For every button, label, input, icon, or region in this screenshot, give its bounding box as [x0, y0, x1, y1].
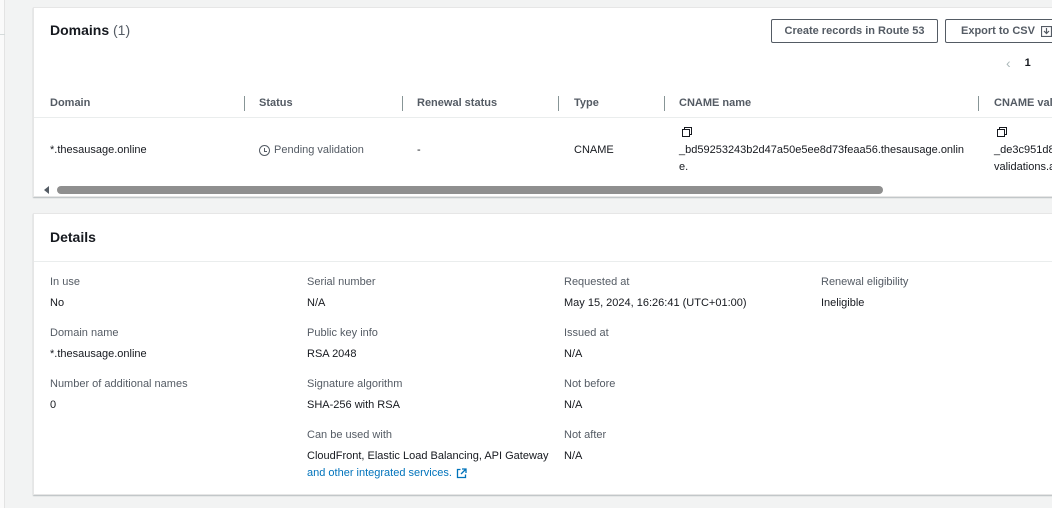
field-value: 0	[50, 399, 57, 411]
domain-cell: *.thesausage.online	[50, 144, 147, 156]
rail-divider	[0, 34, 5, 35]
field-issued-at: Issued at N/A	[564, 327, 609, 363]
field-label: Issued at	[564, 327, 609, 339]
cname-value-cell: _de3c951d8	[994, 144, 1052, 156]
details-header: Details	[34, 214, 1052, 262]
integrated-services-link[interactable]: and other integrated services.	[307, 465, 467, 482]
field-label: Not after	[564, 429, 607, 441]
column-resizer[interactable]	[558, 96, 559, 111]
domains-panel: Domains (1) Create records in Route 53 E…	[33, 7, 1052, 197]
status-cell: Pending validation	[259, 144, 364, 156]
field-serial-number: Serial number N/A	[307, 276, 375, 312]
pagination: ‹ 1	[1006, 56, 1031, 70]
chevron-left-icon[interactable]: ‹	[1006, 56, 1011, 70]
field-value: N/A	[564, 348, 583, 360]
page-number[interactable]: 1	[1025, 57, 1031, 69]
renewal-status-cell: -	[417, 144, 421, 156]
export-csv-button[interactable]: Export to CSV	[945, 19, 1052, 43]
copy-icon[interactable]	[682, 127, 692, 140]
external-link-icon	[456, 468, 467, 479]
field-label: Requested at	[564, 276, 630, 288]
side-navigation-rail	[0, 0, 5, 508]
column-header-renewal-status[interactable]: Renewal status	[417, 97, 497, 109]
column-header-type[interactable]: Type	[574, 97, 599, 109]
field-value: N/A	[564, 450, 583, 462]
column-resizer[interactable]	[978, 96, 979, 111]
field-not-before: Not before N/A	[564, 378, 615, 414]
domains-count: (1)	[113, 22, 131, 38]
create-records-route53-button[interactable]: Create records in Route 53	[771, 19, 938, 43]
cname-value-cell-continued: validations.a	[994, 161, 1052, 173]
field-value: N/A	[307, 297, 326, 309]
column-header-cname-value[interactable]: CNAME valu	[994, 97, 1052, 109]
export-csv-label: Export to CSV	[961, 25, 1035, 37]
domains-heading: Domains (1)	[50, 22, 130, 38]
field-in-use: In use No	[50, 276, 80, 312]
details-title: Details	[50, 229, 96, 245]
field-value: Ineligible	[821, 297, 865, 309]
status-text: Pending validation	[274, 144, 364, 156]
table-header-row: Domain Status Renewal status Type CNAME …	[34, 88, 1052, 118]
copy-icon[interactable]	[997, 127, 1007, 140]
scrollbar-thumb[interactable]	[57, 186, 883, 194]
cname-name-cell-continued: e.	[679, 161, 689, 173]
field-label: Renewal eligibility	[821, 276, 909, 288]
field-requested-at: Requested at May 15, 2024, 16:26:41 (UTC…	[564, 276, 747, 312]
field-not-after: Not after N/A	[564, 429, 606, 465]
field-value: No	[50, 297, 65, 309]
column-header-status[interactable]: Status	[259, 97, 293, 109]
field-value: CloudFront, Elastic Load Balancing, API …	[307, 450, 549, 462]
type-cell: CNAME	[574, 144, 614, 156]
field-label: Domain name	[50, 327, 119, 339]
field-signature-algorithm: Signature algorithm SHA-256 with RSA	[307, 378, 402, 414]
cname-name-cell: _bd59253243b2d47a50e5ee8d73feaa56.thesau…	[679, 144, 965, 156]
field-label: Signature algorithm	[307, 378, 403, 390]
pending-clock-icon	[259, 144, 270, 156]
column-resizer[interactable]	[402, 96, 403, 111]
field-public-key-info: Public key info RSA 2048	[307, 327, 378, 363]
field-additional-names: Number of additional names 0	[50, 378, 188, 414]
field-value: N/A	[564, 399, 583, 411]
column-resizer[interactable]	[664, 96, 665, 111]
field-label: In use	[50, 276, 80, 288]
integrated-services-link-text[interactable]: and other integrated services.	[307, 465, 452, 482]
details-panel: Details In use No Domain name *.thesausa…	[33, 213, 1052, 495]
domains-title: Domains	[50, 22, 110, 38]
field-value: SHA-256 with RSA	[307, 399, 400, 411]
field-label: Not before	[564, 378, 616, 390]
scroll-left-arrow-icon[interactable]	[44, 186, 49, 194]
field-value: May 15, 2024, 16:26:41 (UTC+01:00)	[564, 297, 747, 309]
field-label: Number of additional names	[50, 378, 188, 390]
field-value: RSA 2048	[307, 348, 357, 360]
column-header-domain[interactable]: Domain	[50, 97, 90, 109]
field-value: *.thesausage.online	[50, 348, 147, 360]
column-header-cname-name[interactable]: CNAME name	[679, 97, 751, 109]
field-can-be-used-with: Can be used with CloudFront, Elastic Loa…	[307, 429, 549, 482]
field-label: Serial number	[307, 276, 376, 288]
field-label: Can be used with	[307, 429, 392, 441]
field-label: Public key info	[307, 327, 378, 339]
field-renewal-eligibility: Renewal eligibility Ineligible	[821, 276, 908, 312]
field-domain-name: Domain name *.thesausage.online	[50, 327, 147, 363]
download-icon	[1040, 25, 1052, 37]
column-resizer[interactable]	[244, 96, 245, 111]
